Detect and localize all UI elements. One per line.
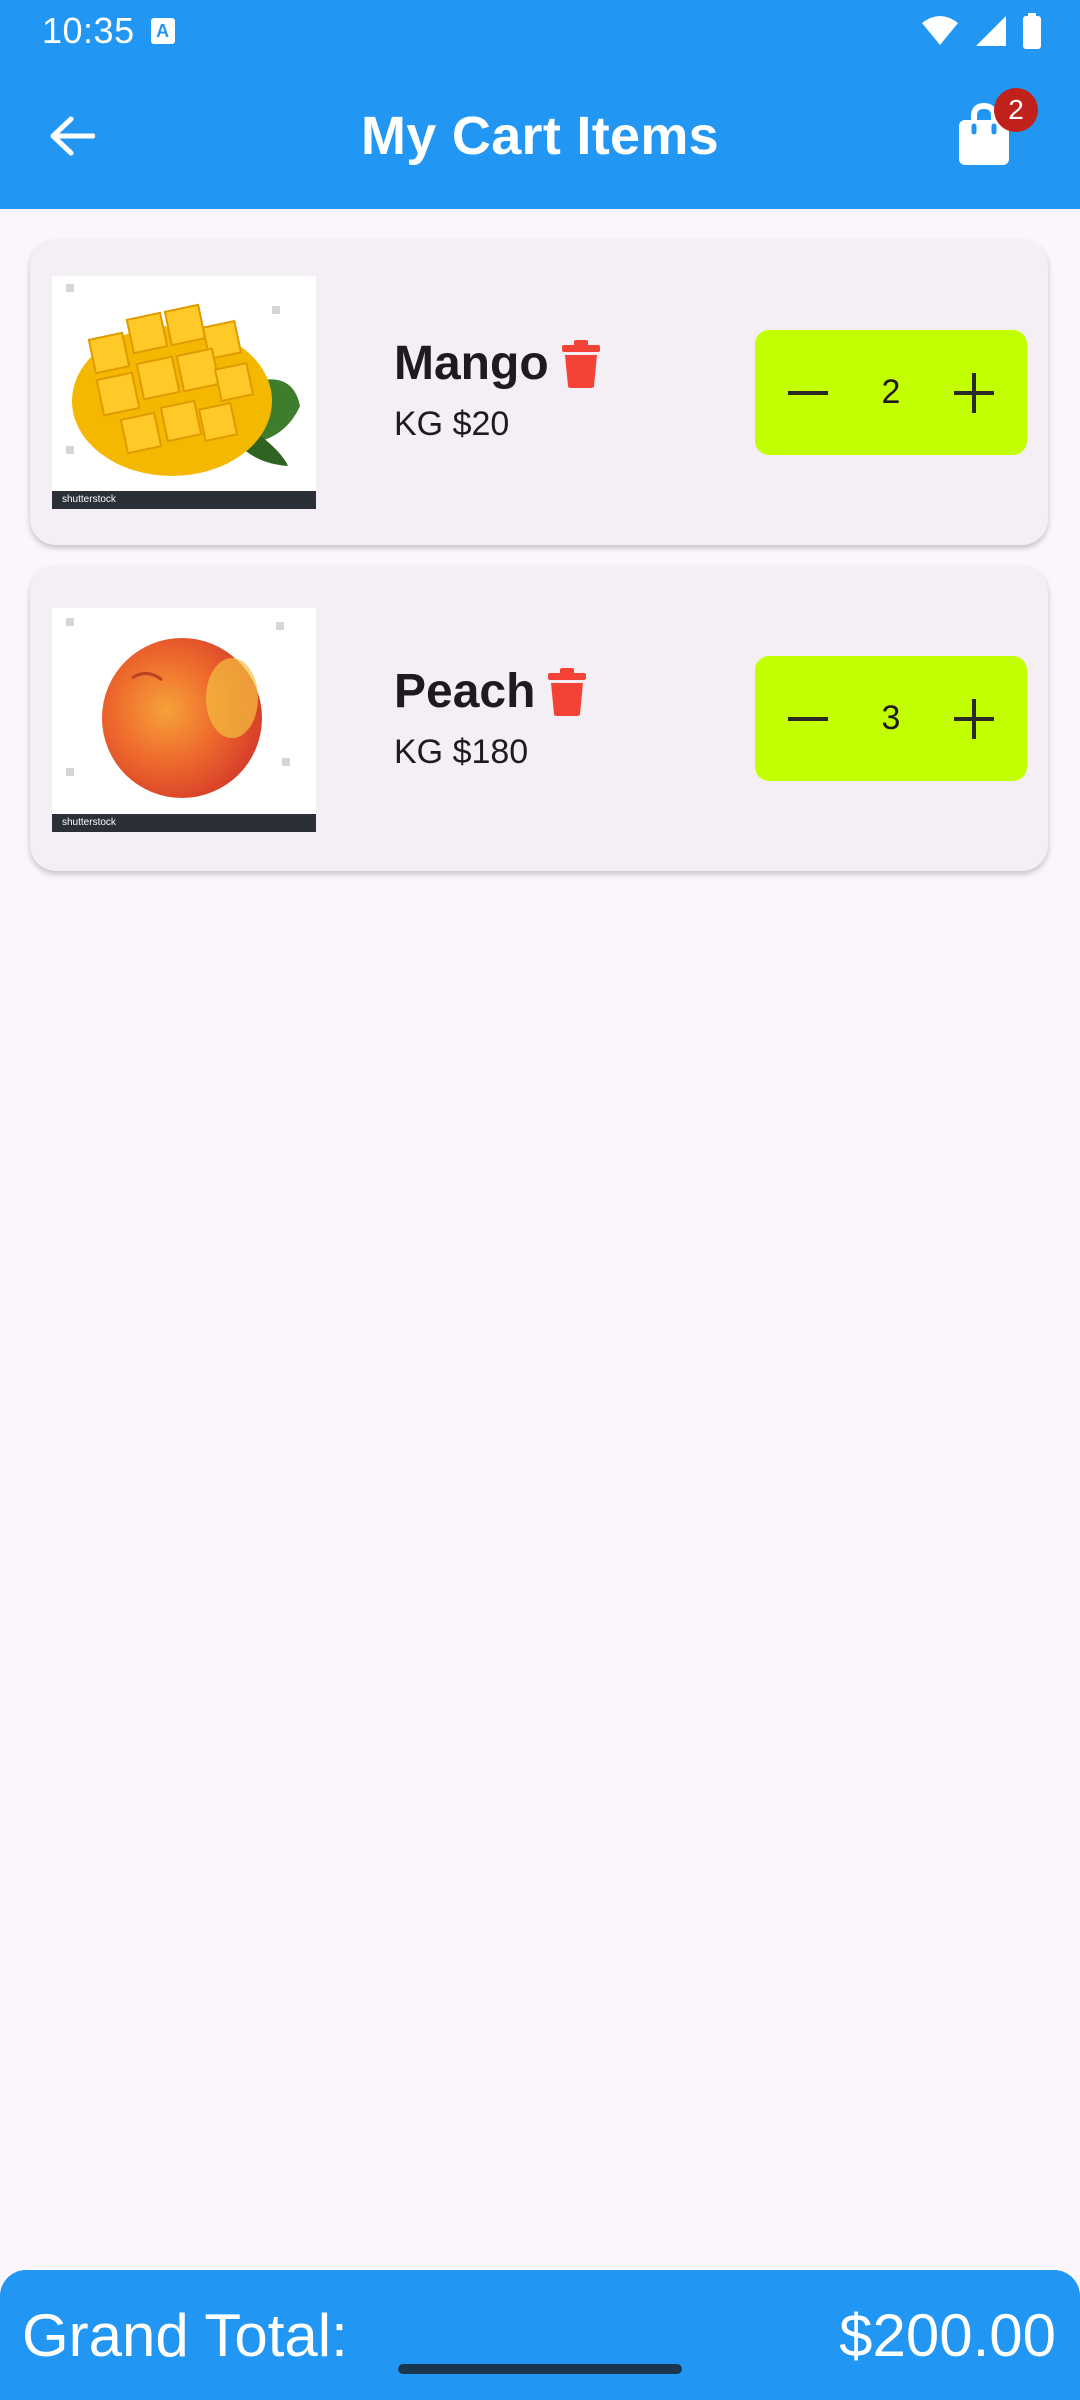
quantity-value: 3 xyxy=(881,699,901,737)
minus-icon xyxy=(788,716,828,721)
trash-icon[interactable] xyxy=(547,667,587,716)
status-time: 10:35 xyxy=(42,10,135,51)
cart-count-badge: 2 xyxy=(994,88,1038,132)
watermark-bar: shutterstock xyxy=(52,491,316,509)
toolbar: My Cart Items xyxy=(0,62,1080,209)
status-right xyxy=(920,13,1042,49)
item-name: Mango xyxy=(394,337,549,390)
mango-image xyxy=(72,303,300,476)
item-price: KG $20 xyxy=(394,405,510,443)
decrement-button[interactable] xyxy=(783,368,833,418)
page-title: My Cart Items xyxy=(360,105,719,166)
back-button[interactable] xyxy=(42,106,102,166)
product-image: shutterstock xyxy=(52,276,316,509)
status-bar: 10:35 A xyxy=(0,0,1080,62)
status-left: 10:35 A xyxy=(42,10,175,52)
battery-icon xyxy=(1023,13,1041,49)
item-name-row: Mango xyxy=(394,336,601,391)
notification-a-icon: A xyxy=(150,18,175,44)
item-info: Mango KG $20 xyxy=(394,336,601,444)
peach-image xyxy=(102,638,262,798)
gesture-nav-handle[interactable] xyxy=(398,2364,682,2374)
product-image: shutterstock xyxy=(52,608,316,832)
minus-icon xyxy=(788,390,828,395)
grand-total-value: $200.00 xyxy=(839,2301,1056,2369)
trash-icon[interactable] xyxy=(561,339,601,388)
item-name-row: Peach xyxy=(394,664,587,719)
increment-button[interactable] xyxy=(949,694,999,744)
increment-button[interactable] xyxy=(949,368,999,418)
watermark-bar: shutterstock xyxy=(52,814,316,832)
plus-icon xyxy=(953,372,994,413)
plus-icon xyxy=(953,698,994,739)
wifi-icon xyxy=(922,16,958,45)
grand-total-bar: Grand Total: $200.00 xyxy=(0,2270,1080,2400)
grand-total-label: Grand Total: xyxy=(22,2301,348,2369)
cart-item-card: shutterstock Mango KG $20 2 xyxy=(30,240,1048,545)
app-bar: 10:35 A My Cart Items 2 xyxy=(0,0,1080,209)
cart-item-card: shutterstock Peach KG $180 3 xyxy=(30,566,1048,871)
quantity-value: 2 xyxy=(881,373,901,411)
item-name: Peach xyxy=(394,665,536,718)
signal-icon xyxy=(976,16,1006,46)
item-price: KG $180 xyxy=(394,733,529,771)
decrement-button[interactable] xyxy=(783,694,833,744)
quantity-stepper: 3 xyxy=(755,656,1027,781)
quantity-stepper: 2 xyxy=(755,330,1027,455)
back-arrow-icon xyxy=(50,116,95,156)
item-info: Peach KG $180 xyxy=(394,664,587,772)
